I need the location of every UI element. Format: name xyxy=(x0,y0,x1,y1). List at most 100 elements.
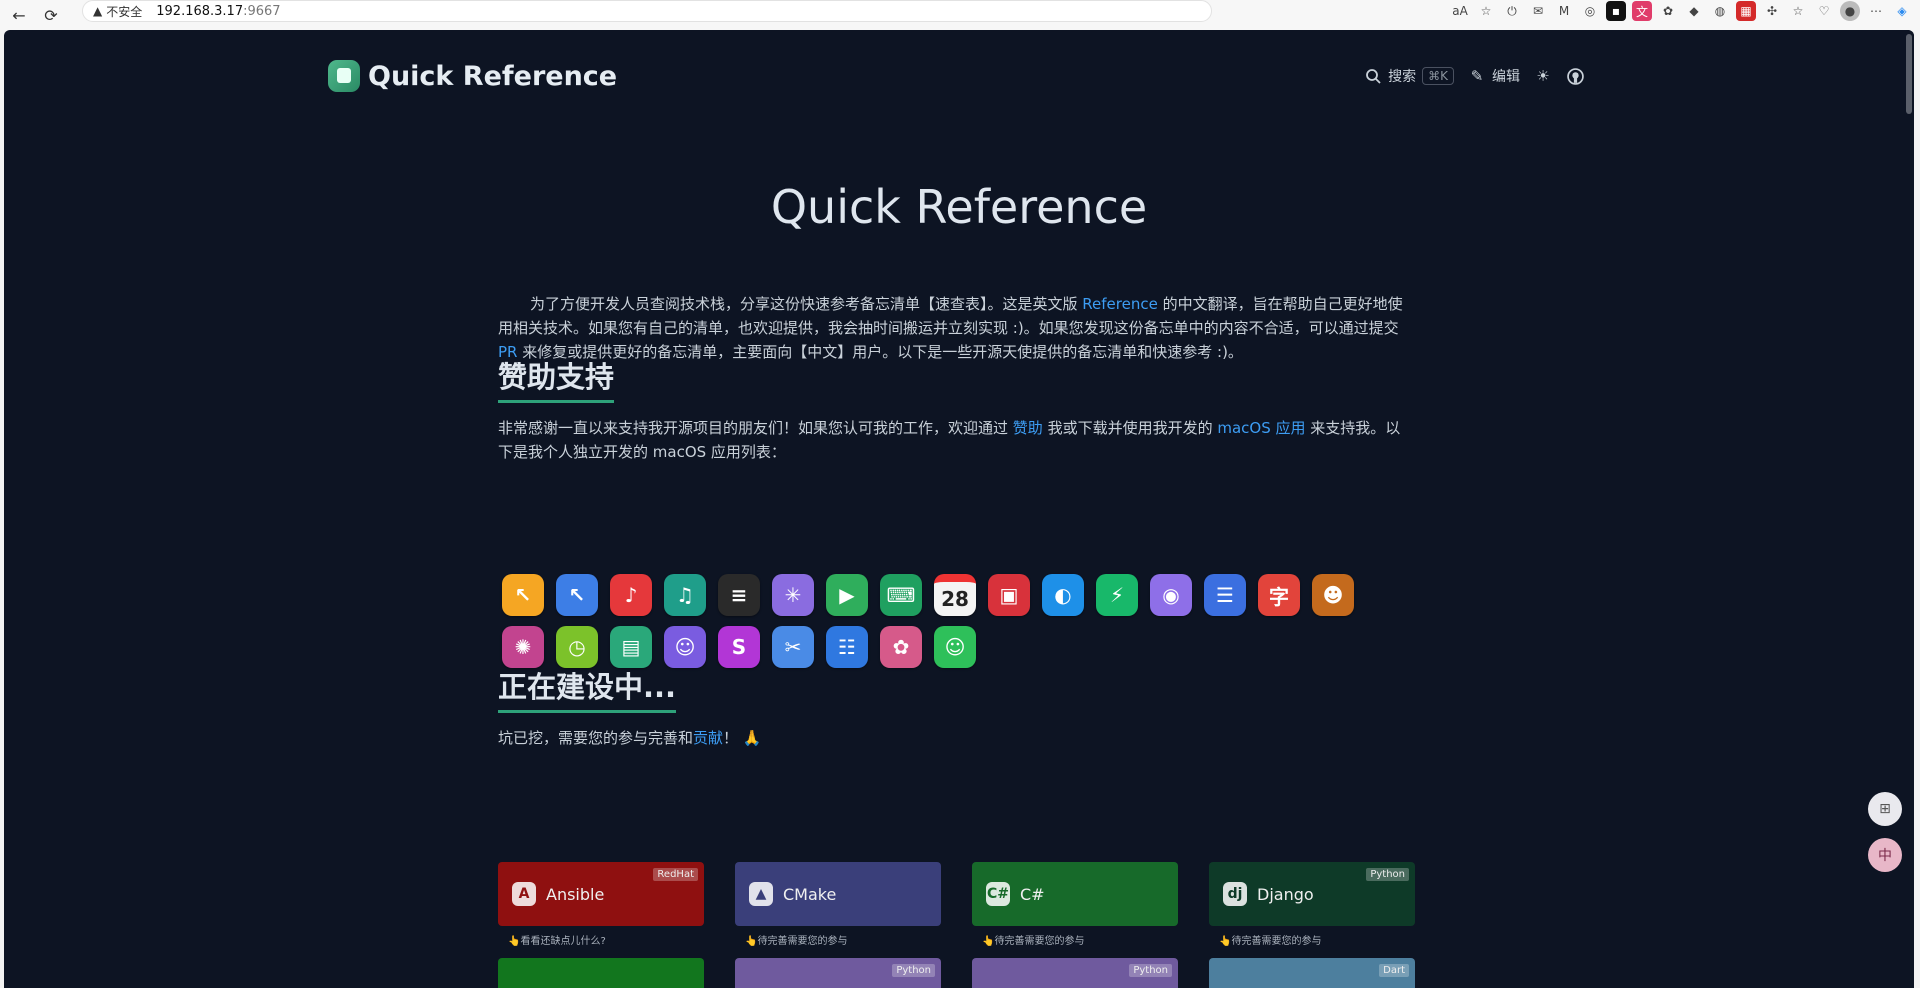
search-button[interactable]: 搜索 ⌘K xyxy=(1364,66,1454,86)
sponsor-heading: 赞助支持 xyxy=(498,354,615,403)
extension-icon[interactable]: ◍ xyxy=(1710,1,1730,21)
card-logo-icon: ▲ xyxy=(749,882,773,906)
cheatsheet-card[interactable]: ▲ CMake xyxy=(735,862,941,926)
translate-icon[interactable]: 中 xyxy=(1868,838,1902,872)
card-status-note: 👆待完善需要您的参与 xyxy=(1219,936,1322,947)
app-cursor-blue-icon[interactable]: ↖ xyxy=(556,574,598,616)
card-label: Django xyxy=(1257,884,1314,904)
edit-icon: ✎ xyxy=(1470,67,1484,85)
address-bar[interactable]: ▲ 不安全 192.168.3.17:9667 xyxy=(82,0,1212,22)
browser-toolbar: ← ⟳ ▲ 不安全 192.168.3.17:9667 aA ☆ ⏻ ✉ M ◎… xyxy=(0,0,1920,30)
url-host: 192.168.3.17 xyxy=(156,3,244,19)
back-icon[interactable]: ← xyxy=(6,4,32,26)
card-status-note: 👆待完善需要您的参与 xyxy=(982,936,1085,947)
power-icon[interactable]: ⏻ xyxy=(1502,1,1522,21)
app-tools-blue-icon[interactable]: ✂ xyxy=(772,626,814,668)
reference-link[interactable]: Reference xyxy=(1082,295,1158,313)
app-photo-red-icon[interactable]: ▣ xyxy=(988,574,1030,616)
cheatsheet-card[interactable]: C# C# xyxy=(972,862,1178,926)
header-actions: 搜索 ⌘K ✎ 编辑 ☀ xyxy=(1364,66,1584,86)
app-window-green-icon[interactable]: ▤ xyxy=(610,626,652,668)
card-tag-badge: Python xyxy=(892,964,935,977)
mail-icon[interactable]: ✉ xyxy=(1528,1,1548,21)
card-logo-icon: A xyxy=(512,882,536,906)
app-cursor-yellow-icon[interactable]: ↖ xyxy=(502,574,544,616)
card-label: C# xyxy=(1020,884,1045,904)
app-terminal-icon[interactable]: ≡ xyxy=(718,574,760,616)
favorites-bar-icon[interactable]: ☆ xyxy=(1788,1,1808,21)
building-text: ！ 🙏 xyxy=(723,729,762,747)
building-heading: 正在建设中... xyxy=(498,664,677,713)
cheatsheet-card[interactable]: Python xyxy=(972,958,1178,988)
extension-icon[interactable]: 文 xyxy=(1632,1,1652,21)
extension-icon[interactable]: ▪ xyxy=(1606,1,1626,21)
site-logo[interactable]: Quick Reference xyxy=(328,60,617,92)
app-monster-icon[interactable]: ☻ xyxy=(1312,574,1354,616)
scrollbar-thumb[interactable] xyxy=(1906,34,1912,114)
app-rss-purple-icon[interactable]: ◉ xyxy=(1150,574,1192,616)
app-font-red-icon[interactable]: 字 xyxy=(1258,574,1300,616)
cheatsheet-card[interactable]: A Ansible RedHat xyxy=(498,862,704,926)
copilot-icon[interactable]: ◈ xyxy=(1892,1,1912,21)
extension-icon[interactable]: ▦ xyxy=(1736,1,1756,21)
search-label: 搜索 xyxy=(1388,69,1417,85)
edit-button[interactable]: ✎ 编辑 xyxy=(1468,66,1520,86)
app-palette-icon[interactable]: ✿ xyxy=(880,626,922,668)
apps-grid-icon[interactable]: ⊞ xyxy=(1868,792,1902,826)
card-logo-icon: dj xyxy=(1223,882,1247,906)
card-logo-icon: C# xyxy=(986,882,1010,906)
extension-icon[interactable]: ◎ xyxy=(1580,1,1600,21)
card-tag-badge: Dart xyxy=(1379,964,1409,977)
card-tag-badge: Python xyxy=(1129,964,1172,977)
card-tag-badge: RedHat xyxy=(653,868,698,881)
theme-toggle-sun-icon[interactable]: ☀ xyxy=(1534,67,1552,85)
sponsor-link[interactable]: 赞助 xyxy=(1013,419,1043,437)
more-icon[interactable]: ⋯ xyxy=(1866,1,1886,21)
intro-text: 为了方便开发人员查阅技术栈，分享这份快速参考备忘清单【速查表】。这是英文版 xyxy=(530,295,1083,313)
insecure-label[interactable]: 不安全 xyxy=(106,3,142,20)
contribute-link[interactable]: 贡献 xyxy=(693,729,723,747)
app-play-green-icon[interactable]: ▶ xyxy=(826,574,868,616)
puzzle-icon[interactable]: ✣ xyxy=(1762,1,1782,21)
app-music-teal-icon[interactable]: ♫ xyxy=(664,574,706,616)
page-title: Quick Reference xyxy=(770,180,1148,234)
app-music-red-icon[interactable]: ♪ xyxy=(610,574,652,616)
gmail-icon[interactable]: M xyxy=(1554,1,1574,21)
sponsor-paragraph: 非常感谢一直以来支持我开源项目的朋友们！如果您认可我的工作，欢迎通过 赞助 我或… xyxy=(498,416,1408,464)
card-logo-icon xyxy=(1223,978,1247,988)
app-doc-blue-icon[interactable]: ☷ xyxy=(826,626,868,668)
favorite-icon[interactable]: ☆ xyxy=(1476,1,1496,21)
app-clock-green-icon[interactable]: ◷ xyxy=(556,626,598,668)
cheatsheet-card[interactable]: Dart xyxy=(1209,958,1415,988)
app-s-purple-icon[interactable]: S xyxy=(718,626,760,668)
app-keyboard-green-icon[interactable]: ⌨ xyxy=(880,574,922,616)
app-click-purple-icon[interactable]: ✳ xyxy=(772,574,814,616)
card-status-note: 👆待完善需要您的参与 xyxy=(745,936,848,947)
card-logo-icon xyxy=(986,978,1010,988)
app-icon-grid: ↖ ↖ ♪ ♫ ≡ ✳ ▶ ⌨ 28 ▣ ◐ ⚡ ◉ ☰ 字 ☻ ✺ ◷ ▤ ☺ S ✂ ☷ ✿ ☺ xyxy=(502,574,1382,668)
app-smile-green-icon[interactable]: ☺ xyxy=(934,626,976,668)
app-list-blue-icon[interactable]: ☰ xyxy=(1204,574,1246,616)
cheatsheet-card[interactable] xyxy=(498,958,704,988)
extension-icon[interactable]: ◆ xyxy=(1684,1,1704,21)
app-contact-purple-icon[interactable]: ☺ xyxy=(664,626,706,668)
reload-icon[interactable]: ⟳ xyxy=(38,4,64,26)
app-colorful-icon[interactable]: ✺ xyxy=(502,626,544,668)
github-icon[interactable] xyxy=(1566,67,1584,85)
app-edge-icon[interactable]: ◐ xyxy=(1042,574,1084,616)
heart-icon[interactable]: ♡ xyxy=(1814,1,1834,21)
search-shortcut: ⌘K xyxy=(1422,67,1454,85)
scrollbar[interactable] xyxy=(1904,30,1914,988)
cheatsheet-card[interactable]: dj Django Python xyxy=(1209,862,1415,926)
cheatsheet-card[interactable]: Python xyxy=(735,958,941,988)
app-battery-green-icon[interactable]: ⚡ xyxy=(1096,574,1138,616)
building-text: 坑已挖，需要您的参与完善和 xyxy=(498,729,694,747)
brand-name: Quick Reference xyxy=(368,60,618,92)
read-aloud-icon[interactable]: aA xyxy=(1450,1,1470,21)
extension-icon[interactable]: ✿ xyxy=(1658,1,1678,21)
macos-apps-link[interactable]: macOS 应用 xyxy=(1217,419,1305,437)
avatar[interactable]: ● xyxy=(1840,1,1860,21)
app-calendar-icon[interactable]: 28 xyxy=(934,574,976,616)
card-label: CMake xyxy=(783,884,837,904)
site-header: Quick Reference 搜索 ⌘K ✎ 编辑 ☀ xyxy=(328,58,1584,102)
